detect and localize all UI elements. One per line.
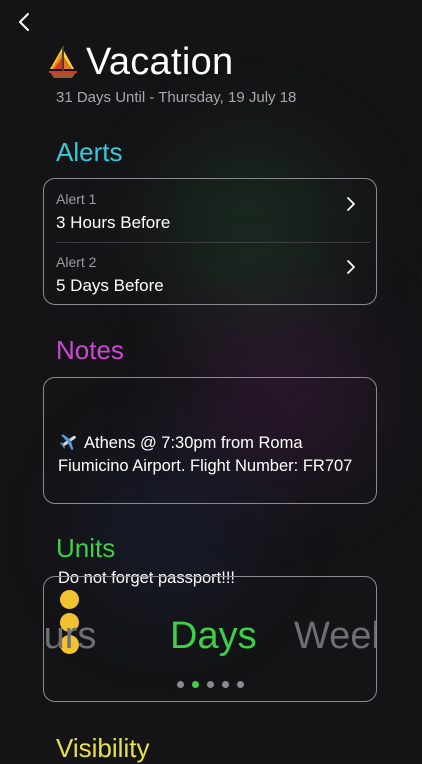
page-dot-active[interactable]	[191, 681, 199, 688]
alerts-section-title: Alerts	[56, 137, 123, 167]
page-title: Vacation	[86, 40, 234, 83]
sailboat-icon	[49, 46, 77, 78]
page-dot[interactable]	[236, 681, 244, 688]
notes-card[interactable]: Athens @ 7:30pm from Roma Fiumicino Airp…	[43, 377, 377, 654]
visibility-section-title: Visibility	[56, 733, 150, 763]
alerts-card: Alert 1 3 Hours Before Alert 2 5 Days Be…	[43, 178, 377, 305]
chevron-right-icon	[347, 197, 355, 211]
page-indicator	[44, 681, 376, 688]
chevron-left-icon	[19, 13, 29, 31]
alert-row-2[interactable]: Alert 2 5 Days Before	[44, 242, 376, 305]
back-button[interactable]	[14, 10, 34, 34]
unit-option-weeks[interactable]: Weel	[294, 615, 376, 658]
page-dot[interactable]	[206, 681, 214, 688]
airplane-icon	[60, 434, 76, 451]
units-picker[interactable]: lours Days Weel	[43, 576, 377, 702]
alert-value: 5 Days Before	[56, 276, 164, 295]
notes-line-1: Athens @ 7:30pm from Roma Fiumicino Airp…	[58, 434, 353, 475]
title-row: Vacation	[46, 40, 233, 84]
notes-section-title: Notes	[56, 335, 124, 365]
units-section-title: Units	[56, 533, 116, 563]
alert-value: 3 Hours Before	[56, 213, 171, 232]
alert-label: Alert 2	[56, 254, 97, 270]
unit-option-hours[interactable]: lours	[44, 615, 96, 658]
alert-label: Alert 1	[56, 191, 97, 207]
chevron-right-icon	[347, 260, 355, 274]
page-dot[interactable]	[176, 681, 184, 688]
alert-row-1[interactable]: Alert 1 3 Hours Before	[44, 179, 376, 242]
unit-option-days[interactable]: Days	[170, 615, 257, 658]
countdown-subtitle: 31 Days Until - Thursday, 19 July 18	[56, 89, 297, 106]
page-dot[interactable]	[221, 681, 229, 688]
